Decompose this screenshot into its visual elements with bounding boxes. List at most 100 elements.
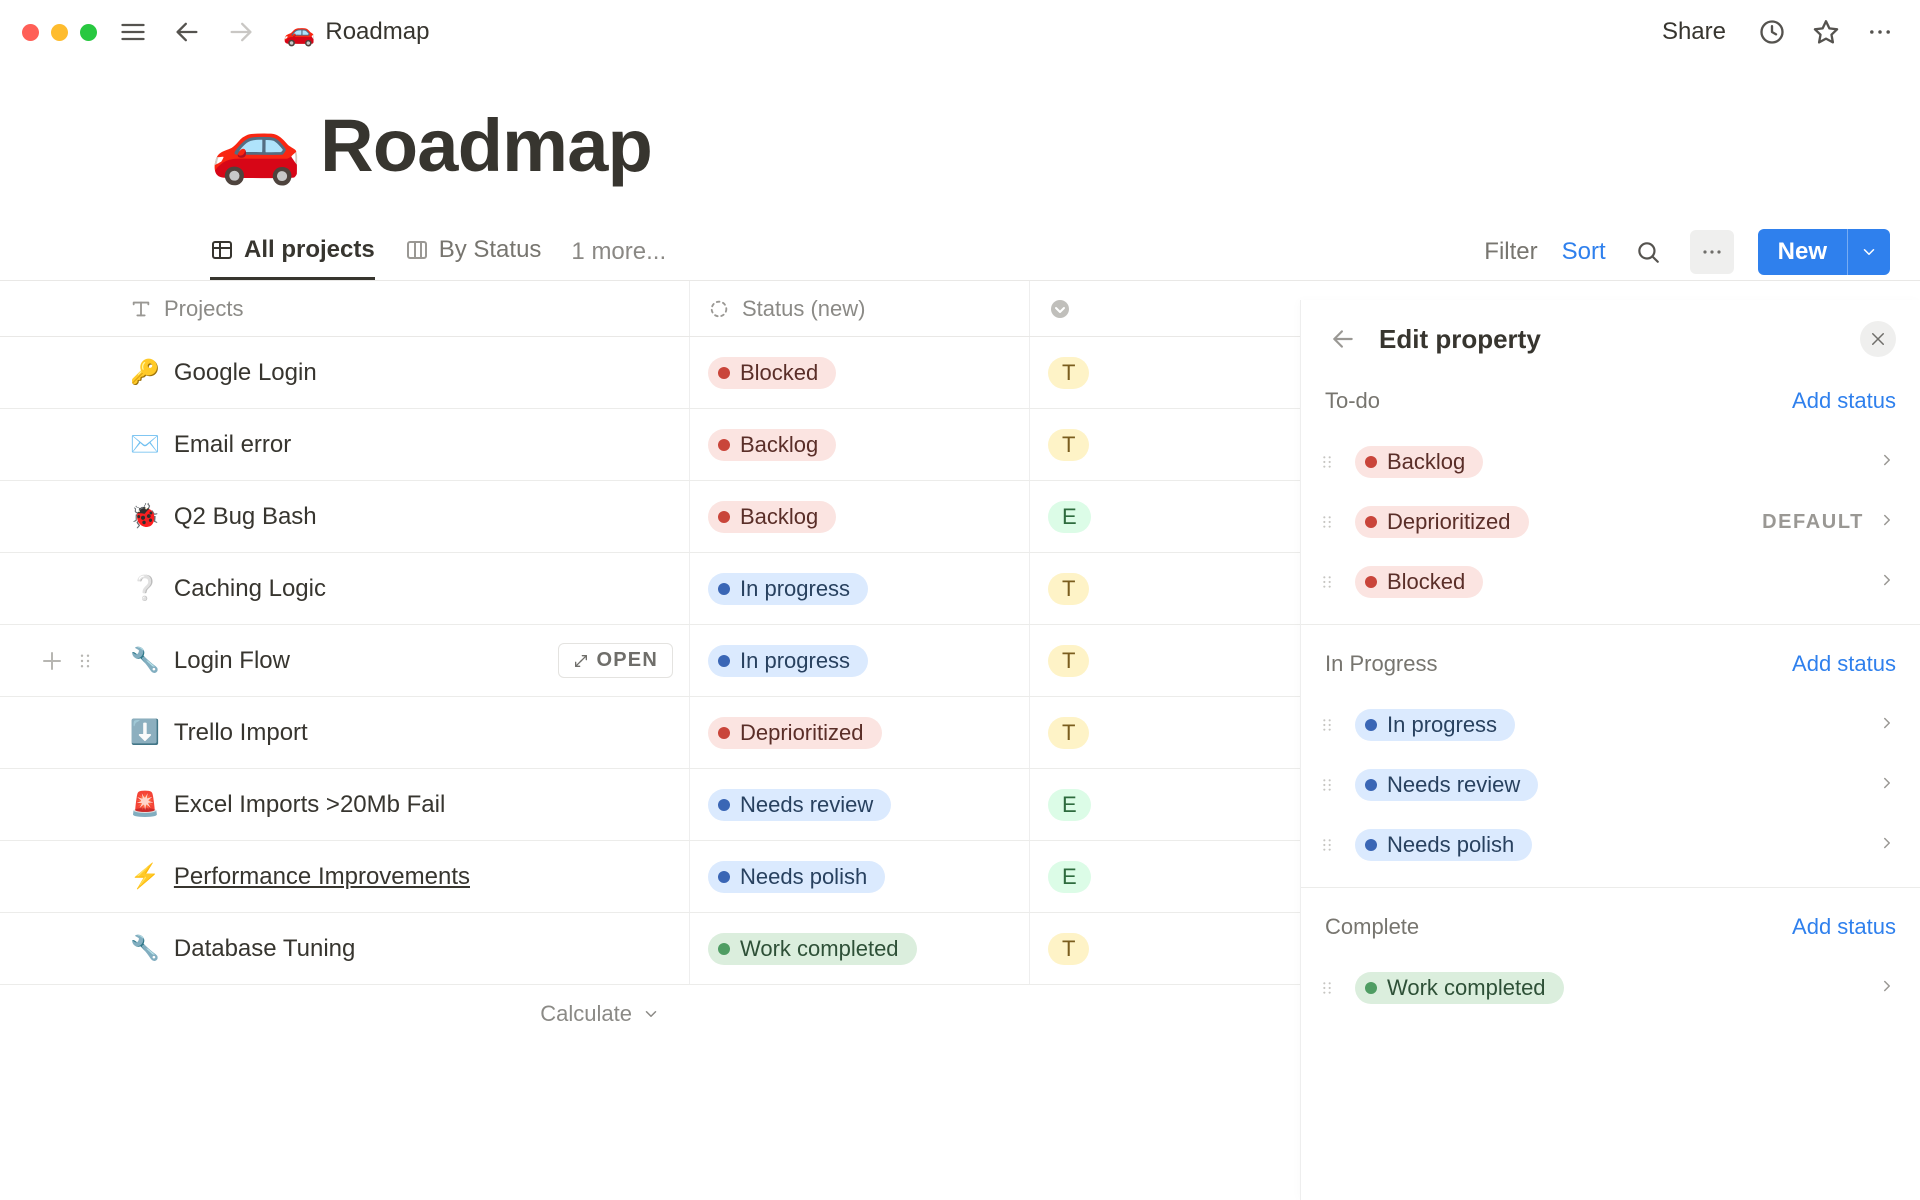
chevron-down-icon [1860, 243, 1878, 261]
chevron-right-icon [1878, 511, 1896, 534]
owner-cell[interactable]: T [1030, 409, 1210, 480]
project-cell[interactable]: 🚨 Excel Imports >20Mb Fail [130, 769, 690, 840]
drag-handle-icon[interactable] [76, 649, 94, 673]
status-cell[interactable]: Backlog [690, 481, 1030, 552]
status-cell[interactable]: Backlog [690, 409, 1030, 480]
status-dot-icon [718, 943, 730, 955]
views-more-button[interactable]: 1 more... [571, 238, 666, 266]
more-icon[interactable] [1862, 14, 1898, 50]
add-status-button[interactable]: Add status [1792, 651, 1896, 677]
status-dot-icon [718, 871, 730, 883]
status-label: Deprioritized [740, 720, 864, 746]
status-badge: Needs review [708, 789, 891, 821]
drag-handle-icon[interactable] [1313, 450, 1341, 474]
chevron-right-icon [1878, 834, 1896, 857]
project-cell[interactable]: 🔧 Database Tuning [130, 913, 690, 984]
status-cell[interactable]: Needs polish [690, 841, 1030, 912]
drag-handle-icon[interactable] [1313, 833, 1341, 857]
status-option-row[interactable]: In progress [1301, 695, 1920, 755]
window-zoom-button[interactable] [80, 24, 97, 41]
row-icon: ⬇️ [130, 718, 160, 747]
drag-handle-icon[interactable] [1313, 713, 1341, 737]
calculate-button[interactable]: Calculate [130, 1001, 690, 1027]
status-cell[interactable]: Deprioritized [690, 697, 1030, 768]
project-cell[interactable]: 🐞 Q2 Bug Bash [130, 481, 690, 552]
status-badge: Needs polish [1355, 829, 1532, 861]
window-minimize-button[interactable] [51, 24, 68, 41]
owner-cell[interactable]: T [1030, 697, 1210, 768]
status-badge: Backlog [708, 501, 836, 533]
favorite-icon[interactable] [1808, 14, 1844, 50]
panel-back-button[interactable] [1325, 321, 1361, 357]
row-title: Google Login [174, 359, 317, 387]
column-header-status[interactable]: Status (new) [690, 281, 1030, 336]
status-cell[interactable]: Work completed [690, 913, 1030, 984]
window-close-button[interactable] [22, 24, 39, 41]
status-option-row[interactable]: Needs review [1301, 755, 1920, 815]
status-option-row[interactable]: Needs polish [1301, 815, 1920, 875]
drag-handle-icon[interactable] [1313, 773, 1341, 797]
updates-icon[interactable] [1754, 14, 1790, 50]
project-cell[interactable]: ⬇️ Trello Import [130, 697, 690, 768]
row-title: Q2 Bug Bash [174, 503, 317, 531]
owner-chip: E [1048, 501, 1091, 533]
owner-cell[interactable]: T [1030, 625, 1210, 696]
drag-handle-icon[interactable] [1313, 570, 1341, 594]
project-cell[interactable]: ✉️ Email error [130, 409, 690, 480]
owner-cell[interactable]: T [1030, 553, 1210, 624]
owner-cell[interactable]: T [1030, 337, 1210, 408]
view-options-button[interactable] [1690, 230, 1734, 274]
view-tab-by-status[interactable]: By Status [405, 223, 542, 280]
status-dot-icon [718, 439, 730, 451]
share-button[interactable]: Share [1662, 18, 1726, 46]
hamburger-icon[interactable] [115, 14, 151, 50]
breadcrumb[interactable]: 🚗 Roadmap [283, 17, 429, 48]
status-label: Deprioritized [1387, 509, 1511, 535]
status-label: Blocked [740, 360, 818, 386]
new-button-dropdown[interactable] [1847, 229, 1890, 275]
page-title[interactable]: Roadmap [320, 103, 652, 188]
owner-cell[interactable]: E [1030, 769, 1210, 840]
project-cell[interactable]: 🔑 Google Login [130, 337, 690, 408]
nav-forward-button[interactable] [223, 14, 259, 50]
project-cell[interactable]: ❔ Caching Logic [130, 553, 690, 624]
divider [1301, 887, 1920, 888]
view-tab-all-projects[interactable]: All projects [210, 223, 375, 280]
row-icon: ⚡ [130, 862, 160, 891]
status-label: Needs polish [740, 864, 867, 890]
status-badge: Backlog [708, 429, 836, 461]
status-cell[interactable]: In progress [690, 625, 1030, 696]
add-status-button[interactable]: Add status [1792, 914, 1896, 940]
page-icon[interactable]: 🚗 [210, 102, 302, 189]
plus-icon[interactable] [40, 649, 64, 673]
status-cell[interactable]: Needs review [690, 769, 1030, 840]
owner-cell[interactable]: E [1030, 481, 1210, 552]
open-row-button[interactable]: OPEN [558, 643, 673, 678]
status-option-row[interactable]: Blocked [1301, 552, 1920, 612]
drag-handle-icon[interactable] [1313, 510, 1341, 534]
search-icon[interactable] [1630, 234, 1666, 270]
status-option-row[interactable]: Backlog [1301, 432, 1920, 492]
row-icon: 🚨 [130, 790, 160, 819]
column-header-projects[interactable]: Projects [130, 281, 690, 336]
sort-button[interactable]: Sort [1562, 238, 1606, 266]
row-title: Login Flow [174, 647, 290, 675]
drag-handle-icon[interactable] [1313, 976, 1341, 1000]
new-button[interactable]: New [1758, 229, 1890, 275]
panel-close-button[interactable] [1860, 321, 1896, 357]
status-option-row[interactable]: Work completed [1301, 958, 1920, 1018]
status-cell[interactable]: In progress [690, 553, 1030, 624]
row-title: Trello Import [174, 719, 308, 747]
close-icon [1869, 330, 1887, 348]
owner-cell[interactable]: T [1030, 913, 1210, 984]
project-cell[interactable]: 🔧 Login Flow OPEN [130, 625, 690, 696]
status-cell[interactable]: Blocked [690, 337, 1030, 408]
nav-back-button[interactable] [169, 14, 205, 50]
add-status-button[interactable]: Add status [1792, 388, 1896, 414]
column-header-owner[interactable] [1030, 281, 1210, 336]
owner-cell[interactable]: E [1030, 841, 1210, 912]
project-cell[interactable]: ⚡ Performance Improvements [130, 841, 690, 912]
filter-button[interactable]: Filter [1484, 238, 1537, 266]
status-option-row[interactable]: Deprioritized DEFAULT [1301, 492, 1920, 552]
status-label: Needs review [740, 792, 873, 818]
